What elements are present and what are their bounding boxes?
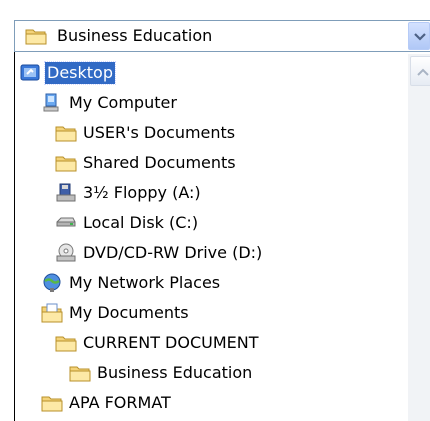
list-item-label: Business Education <box>97 363 253 382</box>
list-item-label: My Computer <box>69 93 177 112</box>
list-item-desktop[interactable]: Desktop <box>19 60 116 86</box>
list-item-label: Shared Documents <box>83 153 236 172</box>
list-item-label: CURRENT DOCUMENT <box>83 333 259 352</box>
folder-icon <box>41 392 63 414</box>
list-item-shared-documents[interactable]: Shared Documents <box>55 150 238 176</box>
list-item-floppy-drive[interactable]: 3½ Floppy (A:) <box>55 180 203 206</box>
list-item-label: Desktop <box>44 61 116 85</box>
folder-icon <box>55 122 77 144</box>
list-item-dvd-drive[interactable]: DVD/CD-RW Drive (D:) <box>55 240 264 266</box>
list-item-label: My Network Places <box>69 273 221 292</box>
list-item-label: APA FORMAT <box>69 393 171 412</box>
list-item-current-document[interactable]: CURRENT DOCUMENT <box>55 330 261 356</box>
list-item-label: 3½ Floppy (A:) <box>83 183 201 202</box>
scroll-up-button[interactable] <box>410 56 430 86</box>
list-item-my-computer[interactable]: My Computer <box>41 90 179 116</box>
list-item-network-places[interactable]: My Network Places <box>41 270 222 296</box>
combo-dropdown-button[interactable] <box>408 22 430 50</box>
list-item-label: USER's Documents <box>83 123 236 142</box>
floppy-drive-icon <box>55 182 77 204</box>
chevron-up-icon <box>417 68 429 76</box>
list-item-apa-format[interactable]: APA FORMAT <box>41 390 173 416</box>
list-item-label: Local Disk (C:) <box>83 213 199 232</box>
network-places-icon <box>41 272 63 294</box>
look-in-combo[interactable]: Business Education <box>14 20 430 52</box>
vertical-scrollbar[interactable] <box>408 54 430 421</box>
my-computer-icon <box>41 92 63 114</box>
desktop-icon <box>19 62 41 84</box>
my-documents-icon <box>41 302 63 324</box>
look-in-dialog-region: Business Education Desktop My Computer U… <box>0 0 430 421</box>
look-in-combo-value: Business Education <box>57 26 213 45</box>
list-item-users-documents[interactable]: USER's Documents <box>55 120 237 146</box>
list-item-label: DVD/CD-RW Drive (D:) <box>83 243 263 262</box>
hard-disk-icon <box>55 212 77 234</box>
location-dropdown-list: Desktop My Computer USER's Documents Sha… <box>14 52 430 421</box>
list-item-local-disk[interactable]: Local Disk (C:) <box>55 210 200 236</box>
folder-icon <box>55 332 77 354</box>
folder-icon <box>55 152 77 174</box>
list-item-my-documents[interactable]: My Documents <box>41 300 191 326</box>
folder-icon <box>69 362 91 384</box>
chevron-down-icon <box>414 33 426 41</box>
list-item-business-education[interactable]: Business Education <box>69 360 254 386</box>
folder-icon <box>25 27 47 45</box>
dvd-drive-icon <box>55 242 77 264</box>
list-item-label: My Documents <box>69 303 189 322</box>
